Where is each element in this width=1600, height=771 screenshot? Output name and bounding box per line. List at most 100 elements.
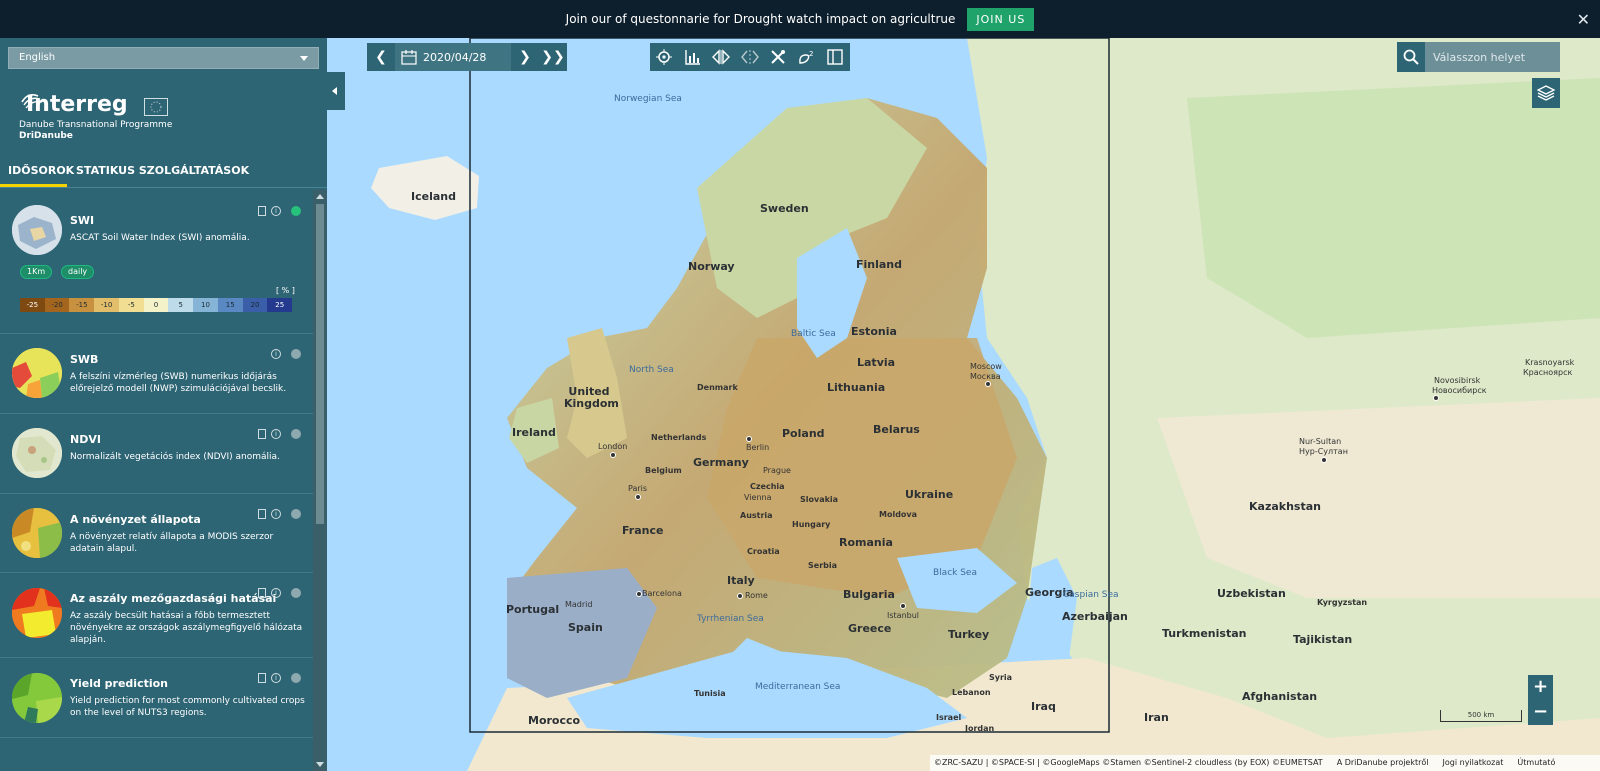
map-label: Croatia [747, 547, 780, 556]
locate-button[interactable] [650, 43, 679, 71]
calendar-icon [401, 50, 417, 65]
layer-item-swb[interactable]: SWB A felszíni vízmérleg (SWB) numerikus… [0, 334, 313, 414]
map-label: Black Sea [933, 568, 977, 578]
layer-active-indicator[interactable] [291, 206, 301, 216]
document-icon[interactable] [258, 673, 266, 683]
map-label: Morocco [528, 714, 581, 727]
layer-item-ndvi[interactable]: NDVI Normalizált vegetációs index (NDVI)… [0, 414, 313, 494]
tab-idosorok[interactable]: IDŐSOROK [8, 164, 74, 177]
sidebar: English Interreg Danube Transnational Pr… [0, 38, 327, 771]
city-marker [737, 593, 743, 599]
info-icon[interactable]: i [271, 673, 281, 683]
split-view-button[interactable] [821, 43, 850, 71]
layer-toggle[interactable] [291, 673, 301, 683]
info-icon[interactable]: i [271, 349, 281, 359]
document-icon[interactable] [258, 509, 266, 519]
layer-toggle[interactable] [291, 349, 301, 359]
double-chevron-right-icon: ❯❯ [541, 49, 565, 65]
legend-tick: -25 [20, 298, 45, 312]
scrollbar-thumb[interactable] [316, 204, 324, 524]
previous-date-button[interactable]: ❮ [367, 43, 395, 71]
about-project-link[interactable]: A DriDanube projektről [1337, 755, 1429, 771]
draw-tool-button[interactable] [764, 43, 793, 71]
layer-description: ASCAT Soil Water Index (SWI) anomália. [70, 233, 250, 243]
info-icon[interactable]: i [271, 509, 281, 519]
document-icon[interactable] [258, 429, 266, 439]
timeseries-chart-button[interactable] [679, 43, 708, 71]
area-measure-button[interactable]: 2 [793, 43, 822, 71]
date-navigation: ❮ 2020/04/28 ❯ ❯❯ [367, 43, 567, 71]
layer-item-yield-prediction[interactable]: Yield prediction Yield prediction for mo… [0, 658, 313, 738]
city-marker [985, 381, 991, 387]
next-date-button[interactable]: ❯ [511, 43, 539, 71]
map-label: Turkey [948, 628, 990, 641]
swipe-button[interactable] [736, 43, 765, 71]
map-label: Iran [1144, 711, 1169, 724]
tools-icon [771, 50, 786, 64]
city-marker [1321, 457, 1327, 463]
map-view[interactable]: Iceland Sweden Norway Finland Estonia La… [327, 38, 1600, 771]
map-label: Sweden [760, 202, 809, 215]
layer-item-drought-impact[interactable]: Az aszály mezőgazdasági hatásai Az aszál… [0, 573, 313, 658]
layer-description: A felszíni vízmérleg (SWB) numerikus idő… [70, 372, 287, 394]
map-label: Moldova [879, 510, 918, 519]
layer-list-scrollbar[interactable] [313, 190, 327, 771]
layer-title: Yield prediction [70, 677, 169, 690]
legal-notice-link[interactable]: Jogi nyilatkozat [1443, 755, 1504, 771]
info-icon[interactable]: i [271, 588, 281, 598]
layer-description: Normalizált vegetációs index (NDVI) anom… [70, 452, 280, 462]
layer-item-vegetation-condition[interactable]: A növényzet állapota A növényzet relatív… [0, 494, 313, 573]
layer-toggle[interactable] [291, 429, 301, 439]
map-label: Tunisia [694, 689, 726, 698]
search-input[interactable] [1425, 42, 1560, 72]
map-label: Novosibirsk [1434, 376, 1481, 385]
layer-title: NDVI [70, 433, 101, 446]
layer-toggle[interactable] [291, 509, 301, 519]
search-button[interactable] [1397, 42, 1425, 72]
map-label: Israel [936, 713, 962, 722]
chevron-left-icon [332, 87, 337, 95]
area-icon: 2 [798, 50, 813, 64]
scroll-down-icon[interactable] [316, 762, 324, 767]
latest-date-button[interactable]: ❯❯ [539, 43, 567, 71]
map-label: Barcelona [642, 589, 682, 598]
layers-icon [1537, 85, 1555, 101]
zoom-out-button[interactable]: − [1528, 700, 1553, 725]
map-label: Tajikistan [1293, 633, 1353, 646]
map-label: Estonia [851, 325, 897, 338]
map-label: Turkmenistan [1162, 627, 1247, 640]
date-field[interactable]: 2020/04/28 [395, 43, 511, 71]
compare-button[interactable] [707, 43, 736, 71]
map-label: Ireland [512, 426, 556, 439]
zoom-in-button[interactable]: + [1528, 675, 1553, 700]
join-us-button[interactable]: JOIN US [967, 7, 1035, 31]
tab-statikus-szolgaltatasok[interactable]: STATIKUS SZOLGÁLTATÁSOK [76, 164, 249, 177]
map-label: Afghanistan [1242, 690, 1318, 703]
legend-tick: 0 [143, 298, 169, 312]
info-icon[interactable]: i [271, 429, 281, 439]
layer-item-swi[interactable]: SWI ASCAT Soil Water Index (SWI) anomáli… [0, 190, 313, 334]
layer-toggle[interactable] [291, 588, 301, 598]
map-label: Kazakhstan [1249, 500, 1321, 513]
chevron-right-icon: ❯ [519, 49, 531, 65]
map-label: Новосибирск [1432, 386, 1487, 395]
close-icon[interactable]: ✕ [1577, 10, 1590, 29]
legend-tick: 20 [242, 298, 268, 312]
map-label: Czechia [750, 482, 785, 491]
legend-tick: 15 [217, 298, 243, 312]
columns-icon [827, 49, 843, 65]
language-select[interactable]: English [8, 47, 319, 69]
info-icon[interactable]: i [271, 206, 281, 216]
collapse-sidebar-button[interactable] [327, 72, 345, 110]
map-label: United Kingdom [564, 385, 619, 410]
map-label: Italy [727, 574, 755, 587]
scroll-up-icon[interactable] [316, 194, 324, 199]
map-label: Mediterranean Sea [755, 682, 841, 692]
attribution-bar: ©ZRC-SAZU | ©SPACE-SI | ©GoogleMaps ©Sta… [930, 755, 1600, 771]
guide-link[interactable]: Útmutató [1517, 755, 1555, 771]
basemap-layers-button[interactable] [1532, 78, 1560, 108]
map-label: Spain [568, 621, 603, 634]
document-icon[interactable] [258, 206, 266, 216]
document-icon[interactable] [258, 588, 266, 598]
legend-tick: -15 [69, 298, 95, 312]
